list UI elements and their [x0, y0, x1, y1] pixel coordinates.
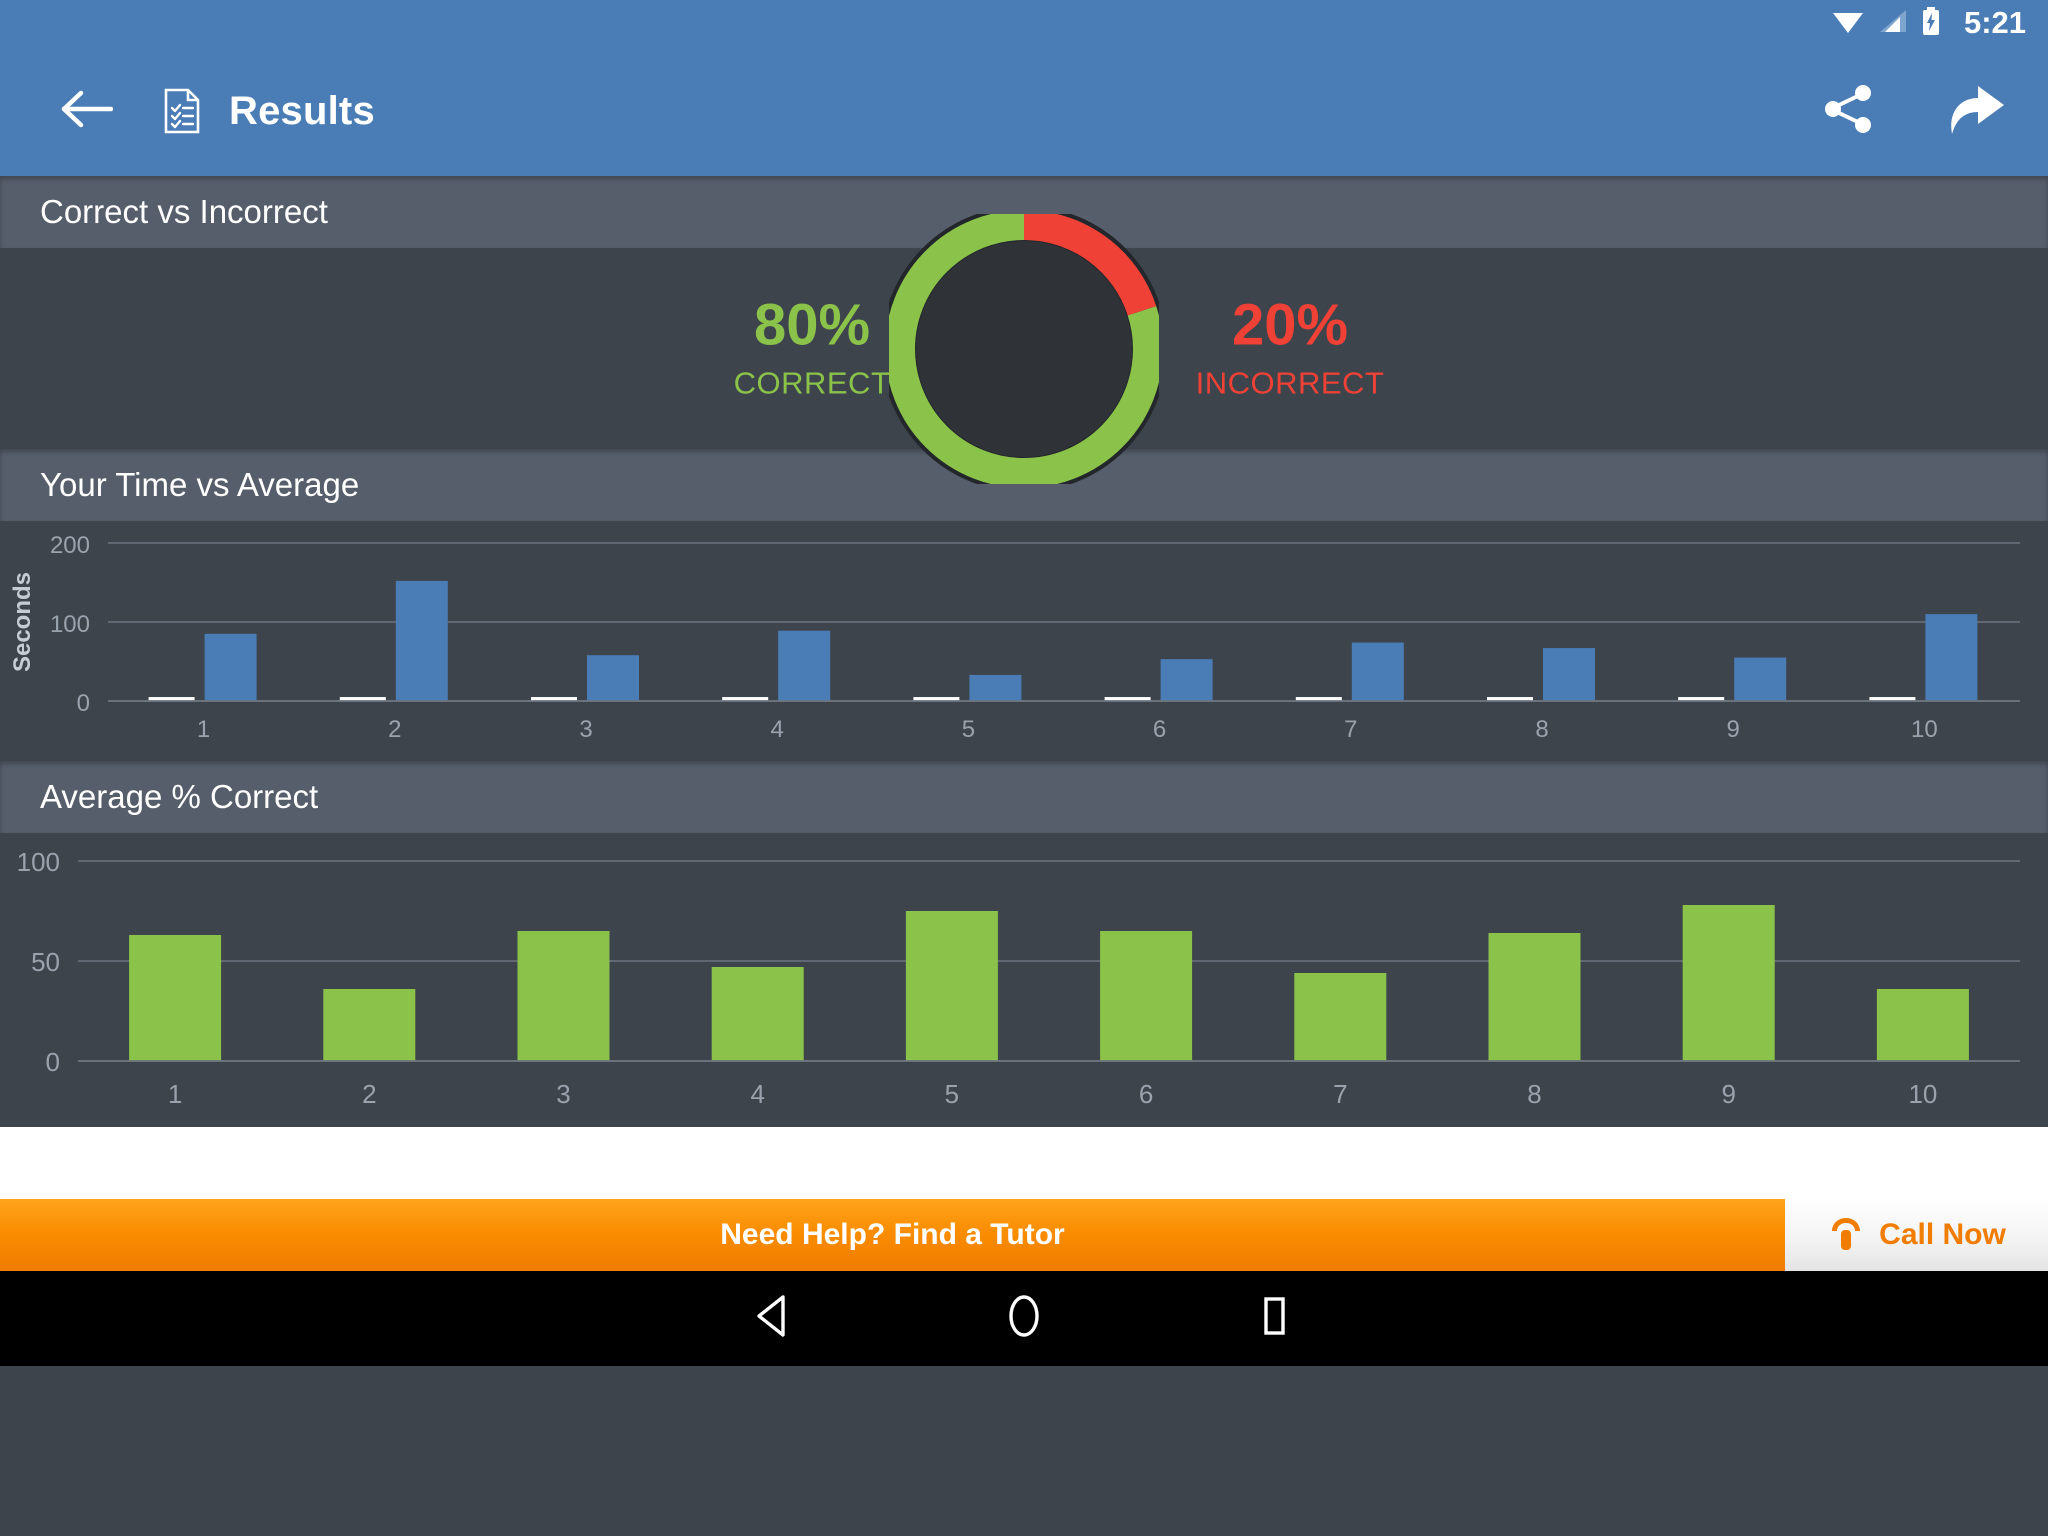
phone-icon	[1827, 1214, 1865, 1257]
status-bar-clock: 5:21	[1963, 5, 2026, 40]
incorrect-stat: 20% INCORRECT	[1175, 296, 1405, 401]
bar	[323, 989, 416, 1061]
x-axis-tick-label: 8	[1535, 716, 1548, 743]
call-now-label: Call Now	[1879, 1218, 2006, 1251]
x-axis-tick-label: 2	[362, 1079, 376, 1109]
nav-home-button[interactable]	[989, 1284, 1059, 1354]
x-axis-tick-label: 9	[1727, 716, 1740, 743]
bar	[1682, 905, 1775, 1061]
wifi-icon	[1831, 8, 1865, 39]
bar	[711, 967, 804, 1061]
y-axis-tick-label: 0	[77, 690, 90, 717]
chart-average-pct-correct: 0 50 100 1 2 3 4 5 6 7 8 9 10	[0, 833, 2048, 1127]
android-nav-bar	[0, 1271, 2048, 1366]
ad-message: Need Help? Find a Tutor	[720, 1218, 1065, 1251]
x-axis-tick-label: 5	[962, 716, 975, 743]
bar	[1876, 989, 1969, 1061]
y-axis-tick-label: 100	[50, 611, 90, 638]
app-bar-left: Results	[52, 76, 1812, 146]
x-axis-tick-label: 10	[1911, 716, 1938, 743]
x-axis-tick-label: 3	[579, 716, 592, 743]
app-bar-actions	[1812, 74, 2014, 148]
x-axis-tick-label: 1	[168, 1079, 182, 1109]
correct-label: CORRECT	[733, 365, 891, 400]
cellular-signal-icon	[1878, 8, 1908, 39]
x-axis-tick-label: 2	[388, 716, 401, 743]
bar	[1100, 931, 1193, 1061]
section-title-correct-vs-incorrect: Correct vs Incorrect	[40, 193, 328, 230]
bar	[1925, 614, 1978, 701]
x-axis-tick-label: 4	[771, 716, 784, 743]
bar	[905, 911, 998, 1061]
bar	[1734, 657, 1787, 701]
y-axis-tick-label: 100	[17, 847, 60, 877]
back-button[interactable]	[52, 76, 122, 146]
y-axis-title: Seconds	[9, 572, 36, 672]
bar	[395, 580, 448, 701]
incorrect-label: INCORRECT	[1195, 365, 1385, 400]
forward-button[interactable]	[1940, 74, 2014, 148]
share-button[interactable]	[1812, 74, 1886, 148]
x-axis-tick-label: 8	[1527, 1079, 1541, 1109]
donut-row: 80% CORRECT 20% INCORRECT	[0, 205, 2048, 492]
content-spacer	[0, 1127, 2048, 1199]
share-icon	[1821, 81, 1877, 142]
section-title-time-vs-average: Your Time vs Average	[40, 466, 360, 503]
app-bar: Results	[0, 46, 2048, 176]
pct-chart-svg: 0 50 100 1 2 3 4 5 6 7 8 9 10	[17, 847, 2020, 1109]
y-axis-tick-label: 200	[50, 532, 90, 559]
x-axis-tick-label: 3	[556, 1079, 570, 1109]
nav-recents-button[interactable]	[1239, 1284, 1309, 1354]
nav-recents-square-icon	[1256, 1293, 1292, 1344]
time-chart-svg: 0 100 200 Seconds 1 2 3 4 5 6 7 8 9 10	[9, 532, 2020, 743]
forward-arrow-icon	[1944, 78, 2010, 145]
correct-percent: 80%	[753, 292, 871, 357]
section-title-average-pct-correct: Average % Correct	[40, 778, 319, 815]
bar	[969, 674, 1022, 701]
bar	[1160, 659, 1213, 701]
ad-banner: Need Help? Find a Tutor Call Now	[0, 1199, 2048, 1271]
x-axis-tick-label: 9	[1721, 1079, 1735, 1109]
call-now-button[interactable]: Call Now	[1785, 1199, 2048, 1271]
bar	[778, 630, 831, 701]
y-axis-tick-label: 50	[31, 947, 60, 977]
correct-stat: 80% CORRECT	[712, 296, 912, 401]
find-a-tutor-button[interactable]: Need Help? Find a Tutor	[0, 1199, 1785, 1271]
x-axis-tick-label: 4	[750, 1079, 764, 1109]
x-axis-tick-label: 10	[1908, 1079, 1937, 1109]
x-axis-tick-label: 6	[1139, 1079, 1153, 1109]
y-axis-tick-label: 0	[46, 1047, 60, 1077]
bar	[1543, 648, 1595, 701]
bar	[129, 935, 222, 1061]
x-axis-tick-label: 7	[1344, 716, 1357, 743]
bar	[517, 931, 610, 1061]
bar	[1294, 973, 1387, 1061]
bar	[1351, 642, 1404, 701]
x-axis-tick-label: 1	[197, 716, 210, 743]
x-axis-tick-label: 6	[1153, 716, 1166, 743]
nav-back-button[interactable]	[739, 1284, 809, 1354]
panel-correct-vs-incorrect: 80% CORRECT 20% INCORRECT	[0, 205, 2048, 492]
bar	[587, 655, 639, 701]
donut-chart	[881, 205, 1167, 492]
back-arrow-icon	[61, 89, 114, 134]
nav-back-triangle-icon	[753, 1293, 795, 1344]
bar	[204, 633, 257, 701]
status-bar: 5:21	[0, 0, 2048, 46]
x-axis-tick-label: 5	[945, 1079, 959, 1109]
nav-home-circle-icon	[1002, 1293, 1046, 1344]
chart-time-vs-average: 0 100 200 Seconds 1 2 3 4 5 6 7 8 9 10	[0, 521, 2048, 761]
battery-charging-icon	[1921, 6, 1941, 40]
status-bar-icons: 5:21	[1831, 5, 2026, 41]
x-axis-tick-label: 7	[1333, 1079, 1347, 1109]
app-root: 5:21 Results Correct vs Incorrect 80% CO…	[0, 0, 2048, 1536]
bar	[1488, 933, 1581, 1061]
results-document-icon	[164, 88, 200, 134]
section-header-average-pct-correct: Average % Correct	[0, 761, 2048, 833]
page-title: Results	[229, 88, 375, 133]
incorrect-percent: 20%	[1231, 292, 1349, 357]
